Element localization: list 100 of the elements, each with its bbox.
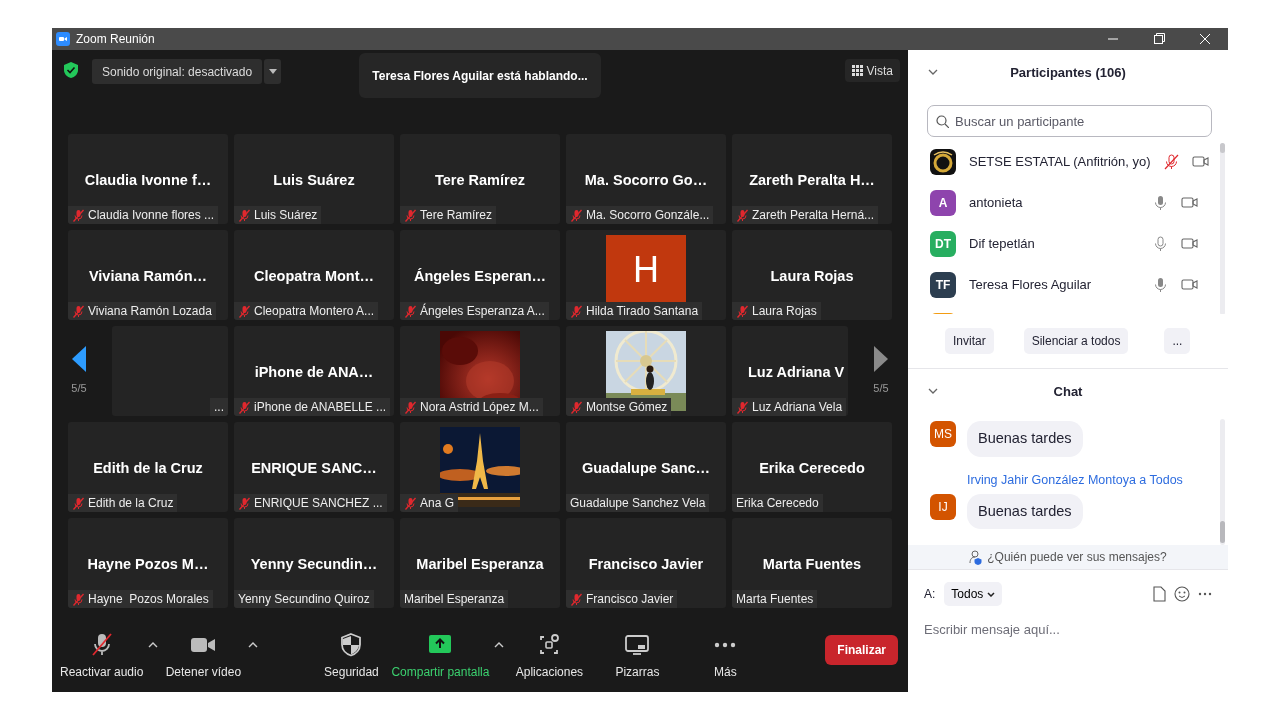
muted-mic-icon [238,400,251,414]
muted-mic-icon [238,304,251,318]
avatar: MS [930,421,956,447]
participant-row[interactable]: SETSE ESTATAL (Anfitrión, yo) [908,141,1228,182]
toolbar-button[interactable]: Detener vídeo [163,631,244,681]
participant-name: Zareth Peralta H… [748,171,876,190]
caret-icon [987,591,996,597]
caret-icon [248,642,259,648]
people-shield-icon [969,549,984,565]
file-icon[interactable] [1153,586,1166,602]
participant-name: Teresa Flores Aguilar [969,275,1093,294]
original-sound-button[interactable]: Sonido original: desactivado [92,59,263,84]
collapse-icon[interactable] [928,388,938,394]
letter-avatar: H [606,235,686,305]
video-camera-icon[interactable] [1181,196,1198,209]
search-field[interactable]: Buscar un participante [927,105,1212,137]
participant-label: Guadalupe Sanchez Vela [570,495,706,512]
avatar: TF [930,271,956,298]
muted-mic-icon [238,496,251,510]
participant-label: Ma. Socorro Gonzále... [586,207,710,224]
microphone-icon[interactable] [1153,235,1168,252]
toolbar-button[interactable]: Compartir pantalla [391,631,490,681]
toolbar-button[interactable]: Más [685,631,766,681]
participant-label: Laura Rojas [752,303,817,320]
more-icon[interactable] [1198,592,1212,596]
muted-mic-icon [238,208,251,222]
muted-mic-icon [736,208,749,222]
participant-name: Francisco Javier [587,555,705,574]
participant-row[interactable]: DT Dif tepetlán [908,223,1228,264]
message-bubble: Buenas tardes [967,493,1083,530]
scrollbar[interactable] [1220,143,1225,314]
search-icon [936,115,949,128]
toolbar-button[interactable]: Aplicaciones [509,631,590,681]
toolbar-button[interactable]: Seguridad [311,631,392,681]
participant-label: Ana G [420,495,455,512]
toolbar-button[interactable]: Reactivar audio [60,631,144,681]
muted-mic-icon [404,400,417,414]
participant-name: Ma. Socorro Go… [583,171,709,190]
previous-page-arrow[interactable] [72,345,86,372]
video-camera-icon[interactable] [1181,278,1198,291]
participant-name: Dif tepetlán [969,234,1036,253]
participant-name: Ángeles Esperan… [412,267,548,286]
muted-mic-icon [72,592,85,606]
toolbar-button[interactable]: Pizarras [597,631,678,681]
participant-label: Luis Suárez [254,207,318,224]
muted-mic-icon [404,208,417,222]
emoji-icon[interactable] [1174,586,1190,602]
muted-mic-icon [736,400,749,414]
muted-mic-icon [736,304,749,318]
participant-label: Luz Adriana Vela [752,399,843,416]
participant-name: ENRIQUE SANC… [250,459,378,478]
grid-icon [851,65,863,76]
muted-mic-icon [570,400,583,414]
participant-name: Luis Suárez [272,171,356,190]
scrollbar-thumb[interactable] [1220,143,1225,153]
video-camera-icon[interactable] [1181,237,1198,250]
participant-name: Edith de la Cruz [92,459,204,478]
panel-button[interactable]: ... [1164,328,1191,354]
avatar: DT [930,230,956,257]
participant-label: iPhone de ANABELLE ... [254,399,387,416]
participant-name: Laura Rojas [769,267,855,286]
participant-label: ENRIQUE SANCHEZ ... [254,495,383,512]
participant-label: Ángeles Esperanza A... [420,302,545,320]
participant-label: Erika Cerecedo [736,495,819,512]
muted-mic-icon [570,208,583,222]
recipient-label: A: [924,586,936,603]
caret-icon [268,69,277,74]
muted-mic-icon [72,304,85,318]
caret-icon [494,642,505,648]
end-meeting-button[interactable]: Finalizar [825,635,898,665]
more-icon [714,641,737,648]
participant-name: antonieta [969,193,1024,212]
participant-name: Maribel Esperanza [415,555,545,574]
participant-label: Viviana Ramón Lozada [88,303,212,320]
participant-row[interactable]: A antonieta [908,182,1228,223]
shield-check-icon[interactable] [64,62,78,78]
page-counter: 5/5 [873,380,889,396]
participant-label: Zareth Peralta Herná... [752,207,875,224]
camera-logo-icon [56,32,70,46]
muted-mic-icon[interactable] [1163,153,1179,170]
participant-row[interactable]: TF Teresa Flores Aguilar [908,264,1228,305]
page-counter: 5/5 [71,380,87,396]
message-sender: Irving Jahir González Montoya a Todos [966,471,1184,489]
microphone-icon[interactable] [1153,276,1168,293]
participant-label: Yenny Secundino Quiroz [238,591,370,608]
participant-name: iPhone de ANA… [253,363,375,382]
collapse-icon[interactable] [928,69,938,75]
scrollbar[interactable] [1220,419,1225,545]
participant-label: Hayne Pozos Morales [88,591,209,608]
recipient-dropdown[interactable]: Todos [944,582,1003,606]
participant-label: Hilda Tirado Santana [586,303,699,320]
panel-button[interactable]: Silenciar a todos [1023,328,1129,354]
video-camera-icon[interactable] [1191,155,1209,168]
microphone-icon[interactable] [1153,194,1168,211]
dropdown-button[interactable] [264,59,282,84]
view-button[interactable]: Vista [844,59,900,82]
panel-button[interactable]: Invitar [945,328,994,354]
window-title: Zoom Reunión [76,31,155,48]
participant-label: Marta Fuentes [736,591,814,608]
scrollbar-thumb[interactable] [1220,521,1225,543]
